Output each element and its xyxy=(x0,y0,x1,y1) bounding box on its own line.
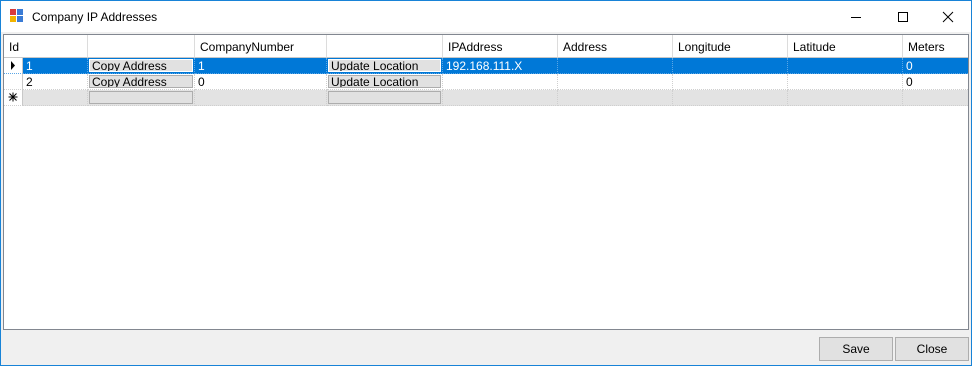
column-header-address[interactable]: Address xyxy=(558,35,673,58)
row-header[interactable] xyxy=(4,58,23,74)
new-row[interactable] xyxy=(4,90,968,106)
copy-cell: Copy Address xyxy=(88,58,195,74)
window-title: Company IP Addresses xyxy=(32,10,158,24)
address-cell[interactable] xyxy=(558,58,673,74)
save-button[interactable]: Save xyxy=(819,337,893,361)
title-bar[interactable]: Company IP Addresses xyxy=(1,1,971,32)
longitude-cell[interactable] xyxy=(673,58,788,74)
column-header-ip-address[interactable]: IPAddress xyxy=(443,35,558,58)
copy-address-button[interactable]: Copy Address xyxy=(89,75,193,88)
company-number-cell[interactable]: 0 xyxy=(195,74,327,90)
column-header-latitude[interactable]: Latitude xyxy=(788,35,903,58)
ip-address-cell[interactable] xyxy=(443,90,558,106)
copy-address-button[interactable]: Copy Address xyxy=(89,59,193,72)
new-row-asterisk-icon xyxy=(8,92,18,102)
update-location-button[interactable] xyxy=(328,91,441,104)
update-cell xyxy=(327,90,443,106)
longitude-cell[interactable] xyxy=(673,90,788,106)
ip-address-grid[interactable]: Id CompanyNumber IPAddress Address Longi… xyxy=(3,34,969,330)
latitude-cell[interactable] xyxy=(788,58,903,74)
copy-address-button[interactable] xyxy=(89,91,193,104)
latitude-cell[interactable] xyxy=(788,74,903,90)
update-cell: Update Location xyxy=(327,58,443,74)
address-cell[interactable] xyxy=(558,74,673,90)
close-icon xyxy=(942,11,954,22)
row-pointer-icon xyxy=(11,61,15,70)
row-header[interactable] xyxy=(4,74,23,90)
row-header[interactable] xyxy=(4,90,23,106)
close-button[interactable]: Close xyxy=(895,337,969,361)
address-cell[interactable] xyxy=(558,90,673,106)
column-header-copy[interactable] xyxy=(88,35,195,58)
column-header-id[interactable]: Id xyxy=(4,35,88,58)
table-row[interactable]: 2 Copy Address 0 Update Location 0 xyxy=(4,74,968,90)
column-header-longitude[interactable]: Longitude xyxy=(673,35,788,58)
company-ip-addresses-window: Company IP Addresses Id CompanyNumber IP… xyxy=(0,0,972,366)
copy-cell: Copy Address xyxy=(88,74,195,90)
grid-header-row: Id CompanyNumber IPAddress Address Longi… xyxy=(4,35,968,58)
column-header-company-number[interactable]: CompanyNumber xyxy=(195,35,327,58)
column-header-update[interactable] xyxy=(327,35,443,58)
update-cell: Update Location xyxy=(327,74,443,90)
update-location-button[interactable]: Update Location xyxy=(328,75,441,88)
update-location-button[interactable]: Update Location xyxy=(328,59,441,72)
meters-cell[interactable] xyxy=(903,90,968,106)
maximize-icon xyxy=(898,11,908,22)
close-window-button[interactable] xyxy=(925,1,971,32)
id-cell[interactable] xyxy=(23,90,88,106)
ip-address-cell[interactable] xyxy=(443,74,558,90)
company-number-cell[interactable] xyxy=(195,90,327,106)
table-row[interactable]: 1 Copy Address 1 Update Location 192.168… xyxy=(4,58,968,74)
id-cell[interactable]: 1 xyxy=(23,58,88,74)
longitude-cell[interactable] xyxy=(673,74,788,90)
meters-cell[interactable]: 0 xyxy=(903,58,968,74)
maximize-button[interactable] xyxy=(880,1,926,32)
company-number-cell[interactable]: 1 xyxy=(195,58,327,74)
column-header-meters[interactable]: Meters xyxy=(903,35,968,58)
minimize-button[interactable] xyxy=(833,1,879,32)
meters-cell[interactable]: 0 xyxy=(903,74,968,90)
ip-address-cell[interactable]: 192.168.111.X xyxy=(443,58,558,74)
copy-cell xyxy=(88,90,195,106)
id-cell[interactable]: 2 xyxy=(23,74,88,90)
minimize-icon xyxy=(851,16,861,18)
latitude-cell[interactable] xyxy=(788,90,903,106)
app-form-icon xyxy=(10,9,24,23)
